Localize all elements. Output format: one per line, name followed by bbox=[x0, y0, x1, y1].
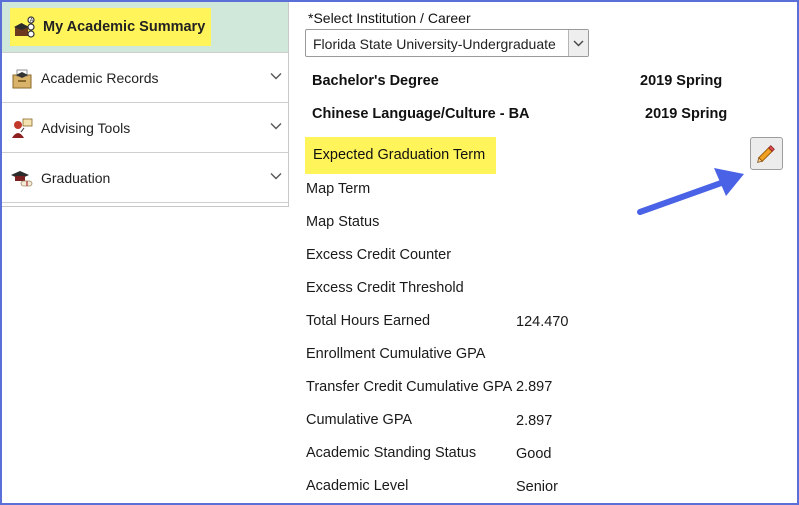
highlight-box: A My Academic Summary bbox=[10, 8, 212, 46]
edit-graduation-term-button[interactable] bbox=[750, 137, 783, 170]
sidebar-item-label: My Academic Summary bbox=[43, 19, 206, 35]
sidebar-item-advising-tools[interactable]: Advising Tools bbox=[2, 103, 288, 153]
sidebar-item-label: Graduation bbox=[41, 169, 111, 186]
transfer-credit-cumulative-gpa-label: Transfer Credit Cumulative GPA bbox=[306, 379, 513, 395]
cumulative-gpa-label: Cumulative GPA bbox=[306, 412, 413, 428]
chevron-down-icon[interactable] bbox=[270, 170, 282, 182]
excess-credit-threshold-label: Excess Credit Threshold bbox=[306, 280, 464, 296]
institution-career-select[interactable]: Florida State University-Undergraduate bbox=[305, 29, 589, 57]
academic-standing-status-label: Academic Standing Status bbox=[306, 445, 477, 461]
graduation-icon bbox=[11, 170, 33, 186]
sidebar-item-my-academic-summary[interactable]: A My Academic Summary bbox=[2, 2, 288, 53]
enrollment-cumulative-gpa-label: Enrollment Cumulative GPA bbox=[306, 346, 486, 362]
total-hours-earned-label: Total Hours Earned bbox=[306, 313, 431, 329]
academic-level-label: Academic Level bbox=[306, 478, 409, 494]
advising-tools-icon bbox=[12, 118, 33, 138]
pencil-icon bbox=[757, 145, 775, 163]
select-dropdown-button[interactable] bbox=[568, 30, 588, 56]
institution-select-label: *Select Institution / Career bbox=[308, 10, 471, 26]
chevron-down-icon bbox=[573, 40, 584, 47]
svg-text:A: A bbox=[30, 18, 34, 24]
academic-level-value: Senior bbox=[516, 479, 558, 495]
academic-summary-icon: A bbox=[14, 16, 35, 38]
pointer-arrow-icon bbox=[637, 168, 744, 215]
select-value: Florida State University-Undergraduate bbox=[313, 36, 556, 52]
plan-name: Chinese Language/Culture - BA bbox=[312, 106, 530, 122]
academic-records-icon bbox=[12, 69, 32, 88]
sidebar-nav: A My Academic Summary Academic Records A… bbox=[2, 2, 289, 207]
chevron-down-icon[interactable] bbox=[270, 120, 282, 132]
academic-standing-status-value: Good bbox=[516, 446, 552, 462]
chevron-down-icon[interactable] bbox=[270, 70, 282, 82]
map-term-label: Map Term bbox=[306, 181, 371, 197]
plan-term: 2019 Spring bbox=[645, 106, 728, 122]
cumulative-gpa-value: 2.897 bbox=[516, 413, 553, 429]
transfer-credit-cumulative-gpa-value: 2.897 bbox=[516, 379, 553, 395]
map-status-label: Map Status bbox=[306, 214, 380, 230]
excess-credit-counter-label: Excess Credit Counter bbox=[306, 247, 452, 263]
total-hours-earned-value: 124.470 bbox=[516, 314, 569, 330]
sidebar-item-label: Academic Records bbox=[41, 69, 159, 86]
degree-name: Bachelor's Degree bbox=[312, 73, 439, 89]
degree-term: 2019 Spring bbox=[640, 73, 723, 89]
academic-summary-panel: *Select Institution / Career Florida Sta… bbox=[304, 2, 797, 503]
sidebar-item-graduation[interactable]: Graduation bbox=[2, 153, 288, 203]
app-frame: A My Academic Summary Academic Records A… bbox=[0, 0, 799, 505]
expected-graduation-term-label: Expected Graduation Term bbox=[305, 137, 496, 174]
sidebar-item-label: Advising Tools bbox=[41, 119, 131, 136]
sidebar-item-academic-records[interactable]: Academic Records bbox=[2, 53, 288, 103]
